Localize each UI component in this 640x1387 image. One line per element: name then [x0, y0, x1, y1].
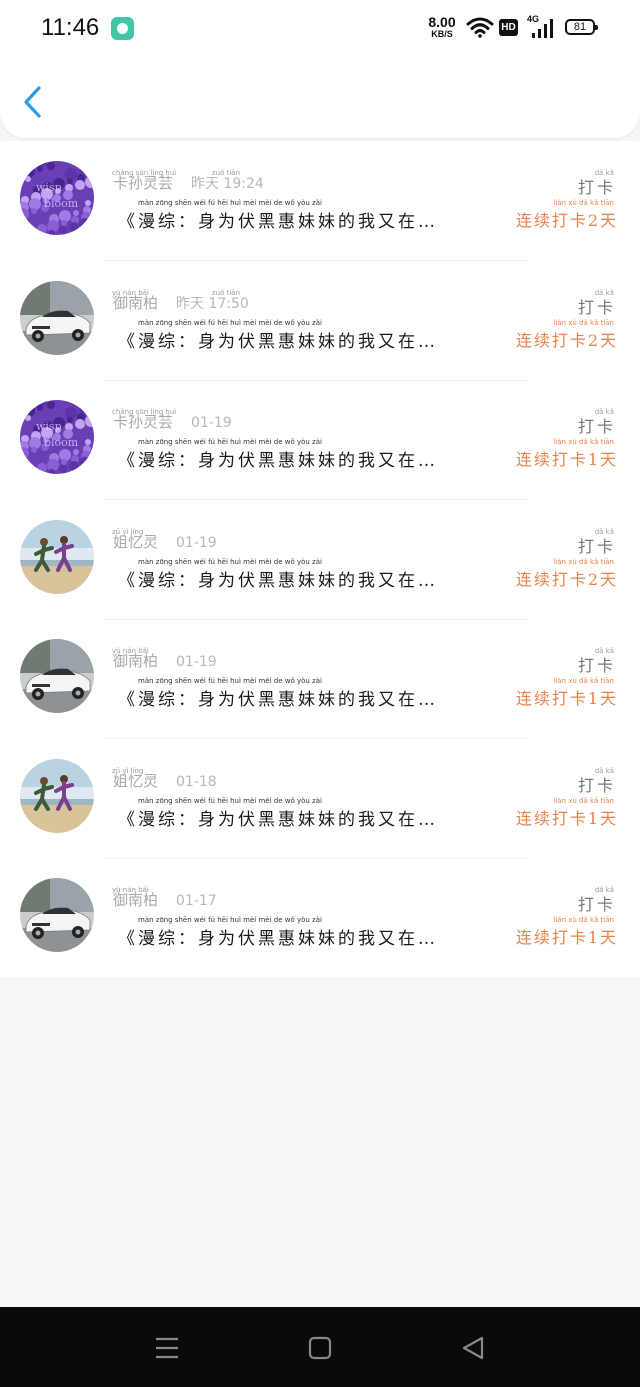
username: 御南柏	[113, 293, 159, 312]
user-meta: 御南柏 昨天 17:50	[113, 292, 249, 313]
streak-label: 连续打卡1天	[515, 450, 618, 469]
checkin-button[interactable]: 打卡	[578, 413, 616, 437]
checkin-date: 01-19	[176, 654, 217, 670]
message-pinyin: màn zōng shēn wéi fú hēi huì mèi mèi de …	[138, 318, 322, 327]
book-message: 《漫综：身为伏黑惠妹妹的我又在…	[118, 451, 438, 471]
list-item[interactable]: yù nán bǎi 御南柏 01-19 dǎ kǎ 打卡 màn zōng shēn w…	[0, 619, 640, 739]
svg-text:bloom: bloom	[44, 197, 79, 210]
page-header	[0, 56, 640, 138]
username: 御南柏	[113, 652, 159, 670]
avatar[interactable]: wisp bloom	[20, 400, 94, 474]
book-message: 《漫综：身为伏黑惠妹妹的我又在…	[118, 809, 438, 830]
message-pinyin: màn zōng shēn wéi fú hēi huì mèi mèi de …	[138, 557, 322, 566]
svg-text:wisp: wisp	[36, 420, 62, 433]
avatar[interactable]	[20, 280, 94, 355]
streak-label: 连续打卡2天	[515, 569, 618, 589]
list-item[interactable]: yù nán bǎi zuó tiān 御南柏 昨天 17:50 dǎ kǎ 打卡 màn …	[0, 261, 640, 381]
streak-pinyin: lián xù dǎ kǎ tiān	[553, 199, 614, 207]
speed-unit: KB/S	[431, 29, 453, 39]
streak-label: 连续打卡1天	[515, 808, 618, 828]
system-nav-bar	[0, 1307, 640, 1387]
user-meta: 御南柏 01-17	[113, 889, 217, 910]
checkin-button[interactable]: 打卡	[578, 533, 616, 557]
menu-icon[interactable]	[150, 1331, 184, 1365]
list-item[interactable]: wisp bloom chǎng sūn líng huì zuó tiān 卡孙灵芸昨…	[0, 141, 640, 261]
list-item[interactable]: zǔ yì líng 姐忆灵 01-19 dǎ kǎ 打卡 màn zōng shēn w…	[0, 500, 640, 620]
streak-pinyin: lián xù dǎ kǎ tiān	[553, 796, 614, 805]
message-pinyin: màn zōng shēn wéi fú hēi huì mèi mèi de …	[138, 677, 322, 685]
user-meta: 姐忆灵 01-18	[113, 770, 217, 791]
book-message: 《漫综：身为伏黑惠妹妹的我又在…	[118, 929, 438, 949]
status-time: 11:46	[41, 14, 100, 41]
network-speed: 8.00 KB/S	[425, 15, 459, 39]
user-meta: 姐忆灵 01-19	[113, 531, 217, 552]
back-triangle-icon[interactable]	[456, 1331, 490, 1365]
username: 御南柏	[113, 891, 159, 909]
checkin-list: wisp bloom chǎng sūn líng huì zuó tiān 卡孙灵芸昨…	[0, 141, 640, 977]
streak-pinyin: lián xù dǎ kǎ tiān	[553, 677, 614, 685]
chat-bubble-icon	[111, 17, 134, 40]
avatar[interactable]	[20, 878, 94, 952]
book-message: 《漫综：身为伏黑惠妹妹的我又在…	[118, 690, 438, 710]
list-item[interactable]: wisp bloom chǎng sūn líng huì 卡孙灵芸 01-19 dǎ k…	[0, 380, 640, 500]
list-item[interactable]: zǔ yì líng 姐忆灵 01-18 dǎ kǎ 打卡 màn zōng shēn w…	[0, 739, 640, 859]
wifi-icon	[466, 17, 494, 38]
checkin-button[interactable]: 打卡	[578, 772, 616, 796]
streak-pinyin: lián xù dǎ kǎ tiān	[553, 916, 614, 924]
username: 卡孙灵芸	[113, 174, 174, 192]
message-pinyin: màn zōng shēn wéi fú hēi huì mèi mèi de …	[138, 199, 322, 207]
username: 卡孙灵芸	[113, 413, 174, 431]
checkin-date: 01-18	[176, 773, 217, 790]
streak-pinyin: lián xù dǎ kǎ tiān	[553, 438, 614, 446]
streak-label: 连续打卡2天	[515, 211, 618, 230]
streak-pinyin: lián xù dǎ kǎ tiān	[553, 318, 614, 327]
message-pinyin: màn zōng shēn wéi fú hēi huì mèi mèi de …	[138, 438, 322, 446]
signal-icon	[532, 19, 553, 38]
checkin-button[interactable]: 打卡	[578, 891, 616, 915]
checkin-button[interactable]: 打卡	[578, 174, 616, 198]
book-message: 《漫综：身为伏黑惠妹妹的我又在…	[118, 212, 438, 232]
streak-label: 连续打卡2天	[515, 330, 618, 350]
checkin-date: 01-19	[176, 534, 217, 551]
checkin-date: 01-19	[191, 415, 232, 431]
avatar[interactable]	[20, 519, 94, 594]
streak-pinyin: lián xù dǎ kǎ tiān	[553, 557, 614, 566]
checkin-date: 昨天 17:50	[176, 295, 249, 312]
message-pinyin: màn zōng shēn wéi fú hēi huì mèi mèi de …	[138, 916, 322, 924]
status-bar: 11:46 8.00 KB/S HD 4G 81	[0, 0, 640, 56]
message-pinyin: màn zōng shēn wéi fú hēi huì mèi mèi de …	[138, 796, 322, 805]
hd-badge: HD	[499, 19, 518, 36]
checkin-date: 昨天 19:24	[191, 176, 264, 192]
svg-text:bloom: bloom	[44, 436, 79, 449]
streak-label: 连续打卡1天	[515, 928, 618, 947]
checkin-button[interactable]: 打卡	[578, 294, 616, 318]
user-meta: 卡孙灵芸 01-19	[113, 411, 232, 432]
svg-text:wisp: wisp	[36, 181, 62, 194]
book-message: 《漫综：身为伏黑惠妹妹的我又在…	[118, 570, 438, 591]
user-meta: 御南柏 01-19	[113, 650, 217, 671]
chevron-left-icon[interactable]	[18, 84, 50, 120]
avatar[interactable]	[20, 758, 94, 833]
home-square-icon[interactable]	[303, 1331, 337, 1365]
avatar[interactable]: wisp bloom	[20, 161, 94, 235]
checkin-date: 01-17	[176, 893, 217, 909]
username: 姐忆灵	[113, 771, 159, 790]
user-meta: 卡孙灵芸 昨天 19:24	[113, 172, 264, 193]
username: 姐忆灵	[113, 532, 159, 551]
speed-value: 8.00	[428, 14, 456, 30]
battery-indicator: 81	[565, 19, 598, 35]
avatar[interactable]	[20, 639, 94, 713]
checkin-button[interactable]: 打卡	[578, 652, 616, 676]
list-item[interactable]: yù nán bǎi 御南柏 01-17 dǎ kǎ 打卡 màn zōng shēn w…	[0, 858, 640, 978]
book-message: 《漫综：身为伏黑惠妹妹的我又在…	[118, 331, 438, 352]
streak-label: 连续打卡1天	[515, 689, 618, 708]
